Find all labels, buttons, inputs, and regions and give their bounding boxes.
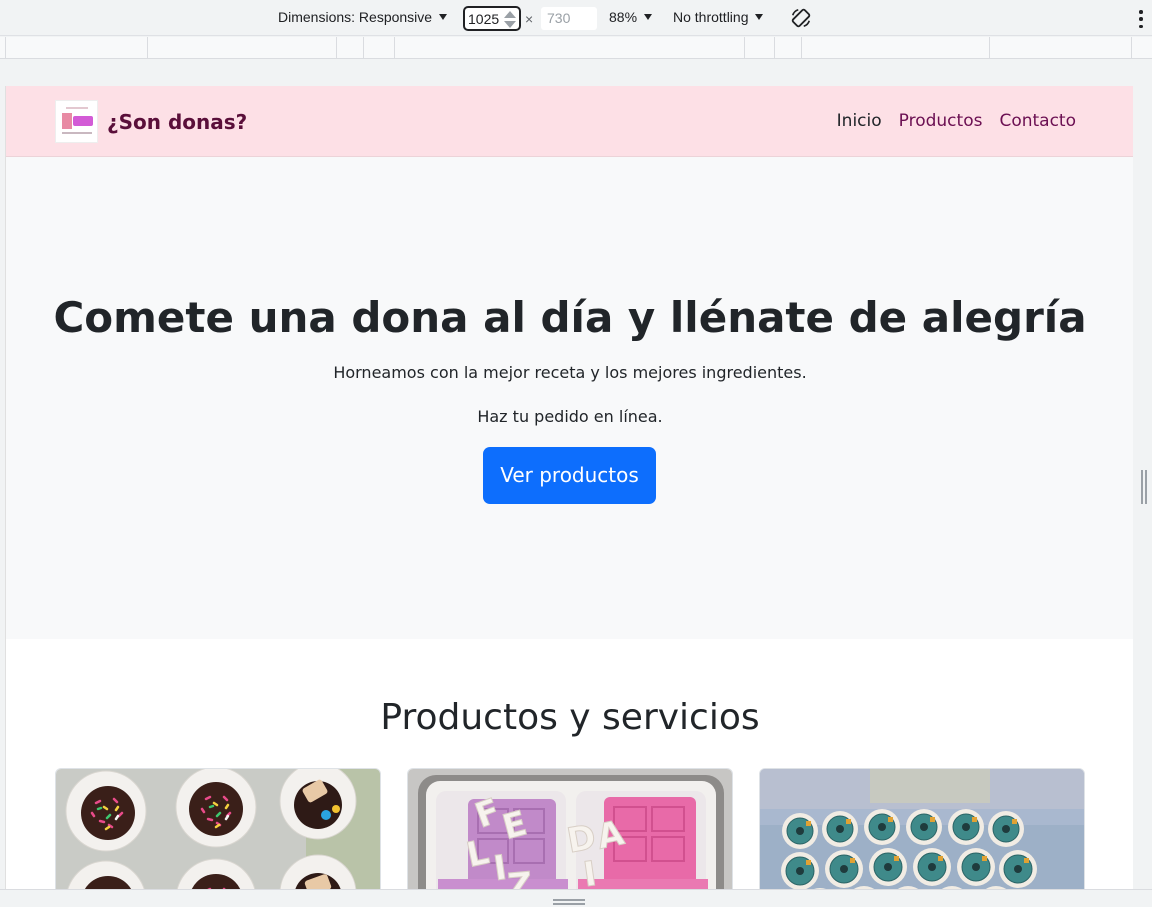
media-query-ruler bbox=[0, 37, 1152, 59]
devtools-device-toolbar: Dimensions: Responsive 1025 × 730 88% No… bbox=[0, 0, 1152, 36]
times-symbol: × bbox=[525, 11, 534, 27]
throttling-label: No throttling bbox=[673, 9, 749, 25]
width-value: 1025 bbox=[468, 11, 500, 27]
chevron-down-icon bbox=[439, 14, 448, 20]
spinner-icon[interactable] bbox=[504, 10, 516, 28]
width-input[interactable]: 1025 bbox=[463, 6, 521, 31]
brand-name: ¿Son donas? bbox=[107, 109, 248, 134]
hero-section: Comete una dona al día y llénate de aleg… bbox=[6, 157, 1133, 639]
product-card[interactable] bbox=[759, 768, 1085, 889]
product-image: F E L I Z D I A bbox=[408, 769, 732, 889]
ver-productos-button[interactable]: Ver productos bbox=[483, 447, 656, 504]
chevron-down-icon bbox=[755, 14, 764, 20]
zoom-label: 88% bbox=[609, 9, 638, 25]
dimensions-dropdown[interactable]: Dimensions: Responsive bbox=[278, 9, 448, 25]
product-card[interactable]: F E L I Z D I A bbox=[407, 768, 733, 889]
bottom-resize-bar[interactable] bbox=[0, 889, 1152, 907]
chevron-down-icon bbox=[644, 14, 653, 20]
hero-subtext: Haz tu pedido en línea. bbox=[477, 407, 663, 426]
height-input[interactable]: 730 bbox=[541, 7, 597, 30]
throttling-dropdown[interactable]: No throttling bbox=[673, 9, 764, 25]
nav-contacto[interactable]: Contacto bbox=[999, 111, 1076, 131]
zoom-dropdown[interactable]: 88% bbox=[609, 9, 653, 25]
bottom-resize-grip-icon[interactable] bbox=[553, 899, 585, 905]
dimensions-label: Dimensions: Responsive bbox=[278, 9, 433, 25]
hero-lead: Horneamos con la mejor receta y los mejo… bbox=[333, 363, 807, 382]
hero-title: Comete una dona al día y llénate de aleg… bbox=[53, 293, 1087, 342]
svg-text:Z: Z bbox=[506, 865, 534, 889]
products-section: Productos y servicios F E L I Z D I A bbox=[6, 639, 1133, 889]
site-navbar: ¿Son donas? Inicio Productos Contacto bbox=[6, 86, 1133, 157]
brand-link[interactable]: ¿Son donas? bbox=[55, 100, 247, 143]
product-image bbox=[56, 769, 380, 889]
rotate-icon[interactable] bbox=[790, 7, 812, 29]
product-image bbox=[760, 769, 1084, 889]
logo-image bbox=[55, 100, 98, 143]
nav-productos[interactable]: Productos bbox=[899, 111, 983, 131]
product-card[interactable] bbox=[55, 768, 381, 889]
right-resize-handle[interactable] bbox=[1141, 470, 1147, 504]
nav-inicio[interactable]: Inicio bbox=[837, 111, 882, 131]
more-options-icon[interactable] bbox=[1138, 10, 1144, 28]
emulated-viewport: ¿Son donas? Inicio Productos Contacto Co… bbox=[5, 86, 1133, 889]
products-heading: Productos y servicios bbox=[380, 697, 760, 738]
height-placeholder: 730 bbox=[547, 10, 571, 26]
nav-links: Inicio Productos Contacto bbox=[837, 111, 1076, 131]
